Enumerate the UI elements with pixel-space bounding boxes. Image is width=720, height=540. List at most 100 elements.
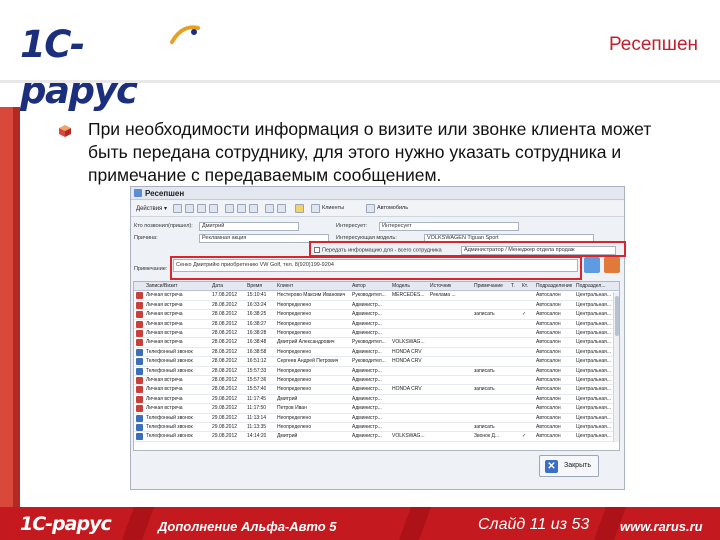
table-cell: Центральная... <box>576 377 612 383</box>
table-row[interactable]: Личная встреча 28.08.2012 16:38:27 Неопреде… <box>134 320 619 329</box>
table-cell: Личная встреча <box>146 386 183 393</box>
client-label: Кто позвонил(пришел): <box>134 223 193 229</box>
toolbar-edit-icon[interactable] <box>197 204 206 213</box>
col-header[interactable]: Записи/Визит <box>146 283 178 289</box>
toolbar-folder-icon[interactable] <box>295 204 304 213</box>
table-cell: Центральная... <box>576 358 612 365</box>
toolbar-sort-icon[interactable] <box>237 204 246 213</box>
table-cell: Автосалон <box>536 339 561 346</box>
table-cell: ✓ <box>522 311 527 318</box>
visit-icon <box>136 330 143 337</box>
footer: 1С-рарус Дополнение Альфа-Авто 5 Слайд 1… <box>0 507 720 540</box>
col-header[interactable]: Т. <box>511 283 515 289</box>
table-cell: Автосалон <box>536 414 561 421</box>
toolbar-refresh-icon[interactable] <box>249 204 258 213</box>
window-titlebar: Ресепшен <box>131 187 624 200</box>
table-row[interactable]: Личная встреча 29.08.2012 11:17:45 Дмитрий А… <box>134 395 619 405</box>
table-cell: Центральная... <box>576 405 612 412</box>
table-row[interactable]: Личная встреча 17.08.2012 15:10:41 Нестеров… <box>134 291 619 301</box>
table-row[interactable]: Телефонный звонок 29.08.2012 11:13:14 Неопр… <box>134 414 619 423</box>
col-header[interactable]: Дата <box>212 283 223 289</box>
toolbar-delete-icon[interactable] <box>209 204 218 213</box>
reason-label: Причина: <box>134 235 158 241</box>
phone-call-icon <box>136 424 143 431</box>
table-cell: 28.08.2012 <box>212 358 238 365</box>
table-cell: записать <box>474 311 495 318</box>
table-cell: 29.08.2012 <box>212 433 238 440</box>
table-cell: 15:57:33 <box>247 367 267 374</box>
table-cell: Администр... <box>352 377 382 383</box>
actions-menu[interactable]: Действия ▾ <box>136 205 167 212</box>
table-row[interactable]: Телефонный звонок 28.08.2012 16:38:58 Неопр… <box>134 348 619 358</box>
table-row[interactable]: Личная встреча 28.08.2012 16:38:48 Дмитрий … <box>134 338 619 348</box>
table-row[interactable]: Телефонный звонок 29.08.2012 11:13:35 Неопр… <box>134 423 619 433</box>
table-row[interactable]: Телефонный звонок 28.08.2012 16:51:12 Серге… <box>134 357 619 367</box>
close-icon: ✕ <box>545 460 558 473</box>
table-cell: Личная встреча <box>146 330 183 336</box>
table-cell: Центральная... <box>576 330 612 336</box>
table-cell: Сергеев Андрей Петрович <box>277 358 339 365</box>
toolbar-settings-icon[interactable] <box>265 204 274 213</box>
table-cell: 11:13:35 <box>247 424 267 430</box>
table-cell: Неопределено <box>277 386 312 393</box>
table-row[interactable]: Личная встреча 28.08.2012 16:38:25 Неопреде… <box>134 310 619 320</box>
close-button[interactable]: ✕ Закрыть <box>539 455 599 477</box>
col-header[interactable]: Автор <box>352 283 366 289</box>
table-cell: 15:57:36 <box>247 377 267 383</box>
scrollbar-thumb[interactable] <box>615 296 619 336</box>
phone-call-icon <box>136 367 143 375</box>
table-cell: Автосалон <box>536 424 561 430</box>
highlight-transfer-frame <box>309 241 626 257</box>
toolbar-help-icon[interactable] <box>277 204 286 213</box>
table-cell: Телефонный звонок <box>146 367 193 374</box>
table-cell: Дмитрий Александрович <box>277 339 335 346</box>
table-scrollbar[interactable] <box>613 292 619 442</box>
phone-call-icon <box>136 433 143 441</box>
col-header[interactable]: Подразделение <box>536 283 572 289</box>
toolbar-clients-label[interactable]: Клиенты <box>322 205 344 211</box>
table-cell: 16:38:58 <box>247 348 267 355</box>
table-cell: 14:14:20 <box>247 433 267 440</box>
client-field[interactable]: Дмитрий <box>199 222 299 231</box>
table-cell: Администр... <box>352 424 382 430</box>
table-cell: Петров Иван <box>277 405 307 412</box>
table-row[interactable]: Личная встреча 28.08.2012 16:38:28 Неопреде… <box>134 329 619 339</box>
col-header[interactable]: Клиент <box>277 283 293 289</box>
table-cell: Центральная... <box>576 414 612 421</box>
header-divider <box>0 80 720 83</box>
table-cell: Центральная... <box>576 311 612 318</box>
table-cell: Администр... <box>352 367 382 374</box>
table-row[interactable]: Телефонный звонок 28.08.2012 15:57:33 Неопр… <box>134 367 619 376</box>
footer-url[interactable]: www.rarus.ru <box>620 519 703 534</box>
table-cell: Неопределено <box>277 320 312 327</box>
toolbar-filter-icon[interactable] <box>225 204 234 213</box>
table-row[interactable]: Личная встреча 28.08.2012 15:57:40 Неопреде… <box>134 385 619 395</box>
col-header[interactable]: Модель <box>392 283 410 289</box>
col-header[interactable]: Кт. <box>522 283 528 289</box>
table-cell: Личная встреча <box>146 301 183 308</box>
table-cell: 11:17:50 <box>247 405 267 412</box>
visits-table: Записи/Визит Дата Время Клиент Автор Мод… <box>133 281 620 451</box>
reception-window: Ресепшен Действия ▾ Клиенты Автомобиль К… <box>130 186 625 490</box>
table-cell: Центральная... <box>576 395 612 402</box>
table-row[interactable]: Телефонный звонок 29.08.2012 14:14:20 Дмитр… <box>134 432 619 442</box>
toolbar-copy-icon[interactable] <box>185 204 194 213</box>
user-icon[interactable] <box>604 257 620 273</box>
col-header[interactable]: Источник <box>430 283 451 289</box>
table-row[interactable]: Личная встреча 28.08.2012 15:57:36 Неопреде… <box>134 376 619 386</box>
table-row[interactable]: Личная встреча 29.08.2012 11:17:50 Петров И… <box>134 404 619 414</box>
interest-field[interactable]: Интересует <box>379 222 519 231</box>
col-header[interactable]: Подраздел... <box>576 283 606 289</box>
footer-separator <box>121 507 155 540</box>
col-header[interactable]: Время <box>247 283 262 289</box>
toolbar-clients-icon[interactable] <box>311 204 320 213</box>
people-icon[interactable] <box>584 257 600 273</box>
toolbar-car-icon[interactable] <box>366 204 375 213</box>
toolbar-add-icon[interactable] <box>173 204 182 213</box>
table-row[interactable]: Личная встреча 28.08.2012 16:33:24 Неопреде… <box>134 301 619 311</box>
visit-icon <box>136 311 143 319</box>
footer-separator <box>398 507 432 540</box>
col-header[interactable]: Примечание <box>474 283 503 289</box>
phone-call-icon <box>136 348 143 356</box>
toolbar-autos-label[interactable]: Автомобиль <box>377 205 408 211</box>
